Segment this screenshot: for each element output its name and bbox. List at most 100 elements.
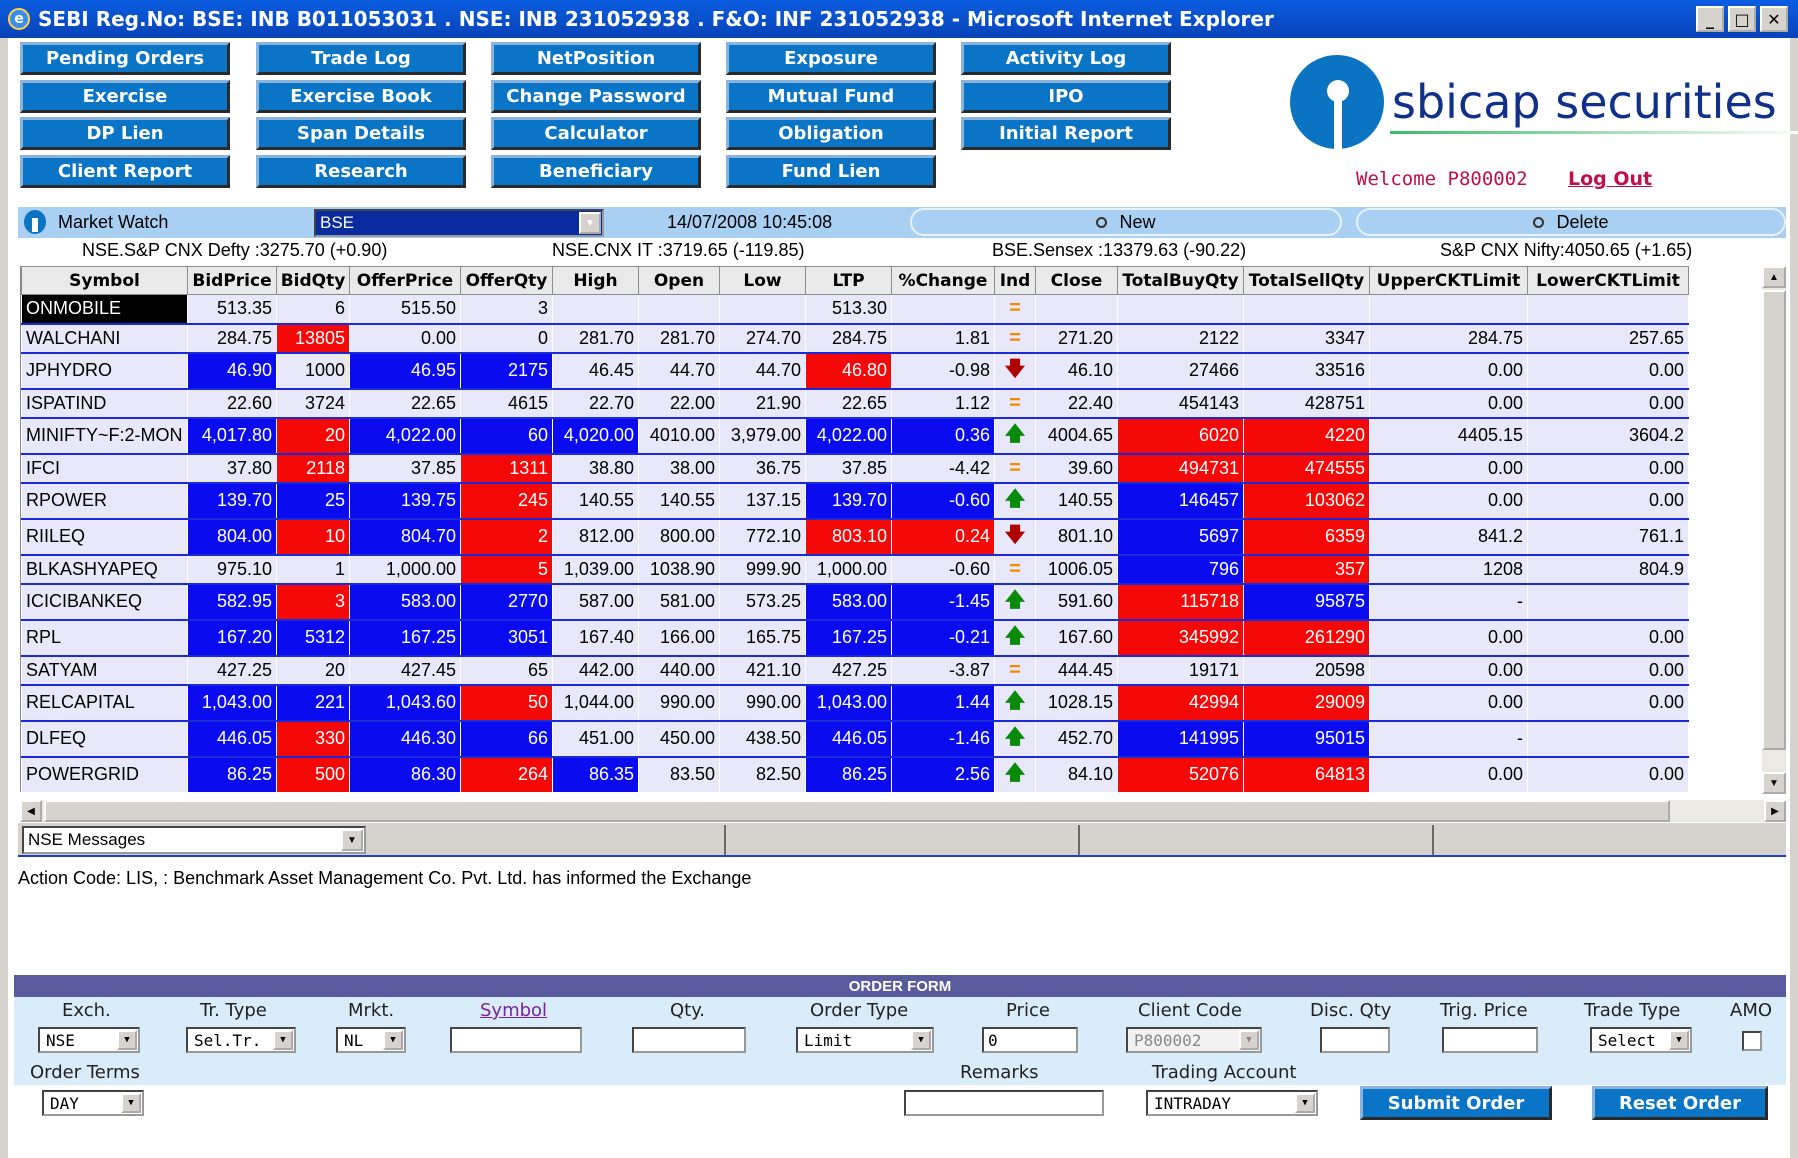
- table-cell: 587.00: [552, 583, 639, 621]
- table-row[interactable]: RIILEQ 804.00 10 804.70 2 812.00 800.00 772.10 8…: [21, 518, 1689, 556]
- table-row[interactable]: WALCHANI 284.75 13805 0.00 0 281.70 281.70 274.…: [21, 323, 1689, 354]
- table-row[interactable]: MINIFTY~F:2-MON 4,017.80 20 4,022.00 60 4,020…: [21, 417, 1689, 455]
- discqty-input[interactable]: [1320, 1027, 1390, 1053]
- chevron-down-icon[interactable]: ▼: [1239, 1030, 1259, 1050]
- price-input[interactable]: 0: [982, 1027, 1078, 1053]
- symbol-input[interactable]: [450, 1027, 582, 1053]
- column-header-lowercktlimit[interactable]: LowerCKTLimit: [1527, 266, 1689, 295]
- column-header-offerqty[interactable]: OfferQty: [460, 266, 553, 295]
- nav-button-span-details[interactable]: Span Details: [256, 117, 466, 150]
- nav-button-obligation[interactable]: Obligation: [726, 117, 936, 150]
- column-header-low[interactable]: Low: [719, 266, 806, 295]
- nav-button-ipo[interactable]: IPO: [961, 80, 1171, 113]
- column-header-bidprice[interactable]: BidPrice: [187, 266, 277, 295]
- nav-button-dp-lien[interactable]: DP Lien: [20, 117, 230, 150]
- column-header-totalbuyqty[interactable]: TotalBuyQty: [1117, 266, 1244, 295]
- nav-button-mutual-fund[interactable]: Mutual Fund: [726, 80, 936, 113]
- scroll-up-icon[interactable]: ▲: [1762, 266, 1786, 288]
- nav-button-netposition[interactable]: NetPosition: [491, 42, 701, 75]
- horizontal-scrollbar[interactable]: ◀ ▶: [20, 800, 1786, 822]
- clientcode-select[interactable]: P800002 ▼: [1126, 1027, 1262, 1053]
- scroll-thumb[interactable]: [44, 800, 1670, 822]
- remarks-input[interactable]: [904, 1090, 1104, 1116]
- reset-order-button[interactable]: Reset Order: [1592, 1086, 1768, 1120]
- trtype-select[interactable]: Sel.Tr. ▼: [186, 1027, 296, 1053]
- price-value: 0: [988, 1030, 998, 1050]
- column-header-bidqty[interactable]: BidQty: [276, 266, 350, 295]
- table-row[interactable]: RPL 167.20 5312 167.25 3051 167.40 166.00 165.7…: [21, 619, 1689, 657]
- table-row[interactable]: RELCAPITAL 1,043.00 221 1,043.60 50 1,044.00 9…: [21, 684, 1689, 722]
- nav-button-change-password[interactable]: Change Password: [491, 80, 701, 113]
- exchange-select[interactable]: BSE ▼: [314, 209, 604, 237]
- table-row[interactable]: DLFEQ 446.05 330 446.30 66 451.00 450.00 438.50…: [21, 720, 1689, 758]
- column-header-ltp[interactable]: LTP: [805, 266, 892, 295]
- chevron-down-icon[interactable]: ▼: [1669, 1030, 1689, 1050]
- table-row[interactable]: IFCI 37.80 2118 37.85 1311 38.80 38.00 36.75 37.…: [21, 453, 1689, 484]
- nav-button-beneficiary[interactable]: Beneficiary: [491, 155, 701, 188]
- minimize-button[interactable]: _: [1696, 6, 1724, 32]
- chevron-down-icon[interactable]: ▼: [117, 1030, 137, 1050]
- chevron-down-icon[interactable]: ▼: [911, 1030, 931, 1050]
- table-row[interactable]: POWERGRID 86.25 500 86.30 264 86.35 83.50 82.50…: [21, 756, 1689, 792]
- messages-select[interactable]: NSE Messages ▼: [22, 826, 366, 854]
- scroll-right-icon[interactable]: ▶: [1764, 800, 1786, 822]
- chevron-down-icon[interactable]: ▼: [273, 1030, 293, 1050]
- tradetype-select[interactable]: Select ▼: [1590, 1027, 1692, 1053]
- chevron-down-icon[interactable]: ▼: [341, 829, 363, 851]
- column-header-open[interactable]: Open: [638, 266, 720, 295]
- symbol-lookup-link[interactable]: Symbol: [480, 1000, 547, 1021]
- column-header-uppercktlimit[interactable]: UpperCKTLimit: [1369, 266, 1528, 295]
- exch-select[interactable]: NSE ▼: [38, 1027, 140, 1053]
- mrkt-select[interactable]: NL ▼: [336, 1027, 406, 1053]
- close-button[interactable]: ✕: [1760, 6, 1788, 32]
- delete-watchlist-radio[interactable]: Delete: [1356, 208, 1786, 236]
- qty-input[interactable]: [632, 1027, 746, 1053]
- chevron-down-icon[interactable]: ▼: [121, 1093, 141, 1113]
- chevron-down-icon[interactable]: ▼: [1295, 1093, 1315, 1113]
- column-header--change[interactable]: %Change: [891, 266, 995, 295]
- nav-button-exercise-book[interactable]: Exercise Book: [256, 80, 466, 113]
- column-header-high[interactable]: High: [552, 266, 639, 295]
- logout-link[interactable]: Log Out: [1568, 168, 1652, 190]
- vertical-scrollbar[interactable]: ▲ ▼: [1762, 266, 1786, 794]
- table-row[interactable]: JPHYDRO 46.90 1000 46.95 2175 46.45 44.70 44.70…: [21, 352, 1689, 390]
- column-header-totalsellqty[interactable]: TotalSellQty: [1243, 266, 1370, 295]
- column-header-offerprice[interactable]: OfferPrice: [349, 266, 461, 295]
- sbi-logo-icon: [1290, 55, 1384, 149]
- table-row[interactable]: RPOWER 139.70 25 139.75 245 140.55 140.55 137.1…: [21, 482, 1689, 520]
- column-header-close[interactable]: Close: [1035, 266, 1118, 295]
- table-row[interactable]: SATYAM 427.25 20 427.45 65 442.00 440.00 421.10…: [21, 655, 1689, 686]
- nav-button-exposure[interactable]: Exposure: [726, 42, 936, 75]
- window-right-border: [1790, 38, 1798, 1158]
- amo-checkbox[interactable]: [1742, 1031, 1762, 1051]
- new-watchlist-radio[interactable]: New: [910, 208, 1342, 236]
- trigprice-input[interactable]: [1442, 1027, 1538, 1053]
- scroll-down-icon[interactable]: ▼: [1762, 772, 1786, 794]
- column-header-symbol[interactable]: Symbol: [21, 266, 188, 295]
- table-row[interactable]: ISPATIND 22.60 3724 22.65 4615 22.70 22.00 21.9…: [21, 388, 1689, 419]
- nav-button-initial-report[interactable]: Initial Report: [961, 117, 1171, 150]
- nav-button-trade-log[interactable]: Trade Log: [256, 42, 466, 75]
- maximize-button[interactable]: □: [1728, 6, 1756, 32]
- nav-button-exercise[interactable]: Exercise: [20, 80, 230, 113]
- table-row[interactable]: BLKASHYAPEQ 975.10 1 1,000.00 5 1,039.00 1038.…: [21, 554, 1689, 585]
- orderterms-select[interactable]: DAY ▼: [42, 1090, 144, 1116]
- nav-button-activity-log[interactable]: Activity Log: [961, 42, 1171, 75]
- submit-order-button[interactable]: Submit Order: [1360, 1086, 1552, 1120]
- table-cell: 1.81: [891, 323, 995, 354]
- nav-button-research[interactable]: Research: [256, 155, 466, 188]
- chevron-down-icon[interactable]: ▼: [383, 1030, 403, 1050]
- table-row[interactable]: ICICIBANKEQ 582.95 3 583.00 2770 587.00 581.00…: [21, 583, 1689, 621]
- tradingaccount-select[interactable]: INTRADAY ▼: [1146, 1090, 1318, 1116]
- scroll-left-icon[interactable]: ◀: [20, 800, 42, 822]
- scroll-thumb[interactable]: [1762, 290, 1786, 750]
- chevron-down-icon[interactable]: ▼: [579, 212, 601, 234]
- nav-button-pending-orders[interactable]: Pending Orders: [20, 42, 230, 75]
- nav-button-client-report[interactable]: Client Report: [20, 155, 230, 188]
- table-row[interactable]: ONMOBILE 513.35 6 515.50 3 513.30 =: [21, 294, 1689, 325]
- column-header-ind[interactable]: Ind: [994, 266, 1036, 295]
- table-cell: 990.00: [719, 684, 806, 722]
- ordertype-select[interactable]: Limit ▼: [796, 1027, 934, 1053]
- nav-button-calculator[interactable]: Calculator: [491, 117, 701, 150]
- nav-button-fund-lien[interactable]: Fund Lien: [726, 155, 936, 188]
